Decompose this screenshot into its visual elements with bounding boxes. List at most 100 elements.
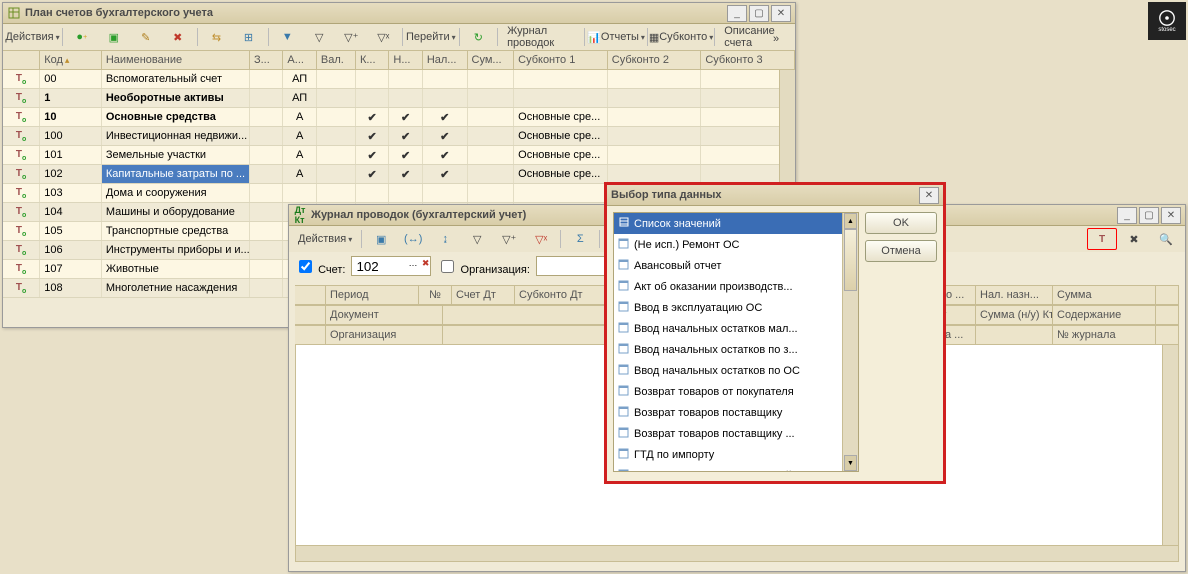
- list-item[interactable]: Акт об оказании производств...: [614, 276, 858, 297]
- list-item[interactable]: Возврат товаров поставщику: [614, 402, 858, 423]
- list-item[interactable]: Возврат товаров от покупателя: [614, 381, 858, 402]
- x-icon[interactable]: ✖: [1119, 228, 1149, 250]
- filter1-icon[interactable]: ▼: [272, 26, 302, 48]
- account-lookup-icon[interactable]: …: [408, 258, 417, 268]
- cell-nal: [423, 70, 468, 88]
- list-item[interactable]: Ввод начальных остатков по ОС: [614, 360, 858, 381]
- list-item[interactable]: Авансовый отчет: [614, 255, 858, 276]
- account-checkbox[interactable]: Счет:: [295, 257, 345, 276]
- table-row[interactable]: To101Земельные участкиА✔✔✔Основные сре..…: [3, 146, 795, 165]
- col-org[interactable]: Организация: [326, 326, 443, 344]
- col-document[interactable]: Документ: [326, 306, 443, 324]
- col-n[interactable]: Н...: [389, 51, 422, 69]
- list-item[interactable]: Список значений: [614, 213, 858, 234]
- cell-sub1: [514, 70, 608, 88]
- edit-icon[interactable]: ✎: [131, 26, 161, 48]
- cancel-button[interactable]: Отмена: [865, 240, 937, 262]
- vertical-scrollbar[interactable]: [1162, 345, 1178, 545]
- overflow-icon[interactable]: »: [761, 28, 791, 50]
- journal-button[interactable]: Журнал проводок: [502, 26, 580, 48]
- cell-nal: ✔: [423, 127, 468, 145]
- table-row[interactable]: To100Инвестиционная недвижи...А✔✔✔Основн…: [3, 127, 795, 146]
- col-sum[interactable]: Сум...: [468, 51, 515, 69]
- col-k[interactable]: К...: [356, 51, 389, 69]
- account-input[interactable]: [351, 256, 431, 276]
- filter-off-icon[interactable]: ▽ˣ: [368, 26, 398, 48]
- goto-menu[interactable]: Перейти▾: [407, 26, 455, 48]
- col-val[interactable]: Вал.: [317, 51, 356, 69]
- actions-menu[interactable]: Действия▾: [7, 26, 58, 48]
- underscore-button[interactable]: _: [1117, 207, 1137, 224]
- arrows-icon[interactable]: (↔): [398, 228, 428, 250]
- col-no[interactable]: №: [419, 286, 452, 304]
- col-sum-nu[interactable]: Сумма (н/у) Кт: [976, 306, 1053, 324]
- col-sub3[interactable]: Субконто 3: [701, 51, 795, 69]
- scroll-thumb[interactable]: [844, 229, 857, 291]
- list-item[interactable]: ГТД по импорту: [614, 444, 858, 465]
- reports-menu[interactable]: 📊 Отчеты▾: [589, 26, 643, 48]
- col-sub1[interactable]: Субконто 1: [514, 51, 608, 69]
- delete-icon[interactable]: ✖: [163, 26, 193, 48]
- col-a[interactable]: А...: [283, 51, 316, 69]
- cell-n: ✔: [389, 146, 422, 164]
- close-button[interactable]: ✕: [1161, 207, 1181, 224]
- col-nal[interactable]: Нал...: [423, 51, 468, 69]
- col-code[interactable]: Код: [44, 54, 63, 66]
- list-item[interactable]: Ввод в эксплуатацию ОС: [614, 297, 858, 318]
- horizontal-scrollbar[interactable]: [295, 546, 1179, 562]
- type-list[interactable]: Список значений(Не исп.) Ремонт ОСАвансо…: [613, 212, 859, 472]
- cell-n: ✔: [389, 165, 422, 183]
- list-item[interactable]: Ввод начальных остатков мал...: [614, 318, 858, 339]
- close-button[interactable]: ✕: [771, 5, 791, 22]
- table-row[interactable]: To10Основные средстваА✔✔✔Основные сре...: [3, 108, 795, 127]
- table-row[interactable]: To1Необоротные активыАП: [3, 89, 795, 108]
- col-acc-dt[interactable]: Счет Дт: [452, 286, 515, 304]
- tree-icon[interactable]: ⊞: [234, 26, 264, 48]
- hierarchy-icon[interactable]: ⇆: [202, 26, 232, 48]
- f1-icon[interactable]: ▽: [462, 228, 492, 250]
- maximize-button[interactable]: ▢: [749, 5, 769, 22]
- sigma-icon[interactable]: Σ: [565, 228, 595, 250]
- col-period[interactable]: Период: [326, 286, 419, 304]
- account-clear-icon[interactable]: ✖: [422, 258, 430, 269]
- subconto-menu[interactable]: ▦ Субконто▾: [652, 26, 711, 48]
- doc-icon: [618, 447, 630, 462]
- accounts-titlebar[interactable]: План счетов бухгалтерского учета _ ▢ ✕: [3, 3, 795, 24]
- load-icon[interactable]: ▣: [366, 228, 396, 250]
- vertical-scrollbar[interactable]: ▲ ▼: [842, 213, 858, 471]
- col-contents[interactable]: Содержание: [1053, 306, 1156, 324]
- t-row-icon: To: [16, 282, 26, 295]
- list-item[interactable]: (Не исп.) Ремонт ОС: [614, 234, 858, 255]
- filter2-icon[interactable]: ▽: [304, 26, 334, 48]
- dialog-titlebar[interactable]: Выбор типа данных ✕: [607, 185, 943, 206]
- col-sum[interactable]: Сумма: [1053, 286, 1156, 304]
- cell-code: 1: [40, 89, 102, 107]
- close-button[interactable]: ✕: [919, 187, 939, 204]
- scroll-down-icon[interactable]: ▼: [844, 455, 857, 471]
- col-journal-no[interactable]: № журнала: [1053, 326, 1156, 344]
- org-checkbox[interactable]: Организация:: [437, 257, 529, 276]
- list-item[interactable]: Возврат товаров поставщику ...: [614, 423, 858, 444]
- t-row-icon: To: [16, 187, 26, 200]
- ok-button[interactable]: OK: [865, 212, 937, 234]
- t-type-icon[interactable]: T: [1087, 228, 1117, 250]
- col-name[interactable]: Наименование: [102, 51, 250, 69]
- underscore-button[interactable]: _: [727, 5, 747, 22]
- sort-icon[interactable]: ↨: [430, 228, 460, 250]
- actions-menu[interactable]: Действия▾: [293, 228, 357, 250]
- list-item[interactable]: Закрытие заказов покупателей: [614, 465, 858, 472]
- table-row[interactable]: To00Вспомогательный счетАП: [3, 70, 795, 89]
- col-z[interactable]: З...: [250, 51, 283, 69]
- list-item[interactable]: Ввод начальных остатков по з...: [614, 339, 858, 360]
- search-icon[interactable]: 🔍: [1151, 228, 1181, 250]
- f2-icon[interactable]: ▽⁺: [494, 228, 524, 250]
- add-icon[interactable]: ●+: [67, 26, 97, 48]
- f3-icon[interactable]: ▽ˣ: [526, 228, 556, 250]
- filter3-icon[interactable]: ▽⁺: [336, 26, 366, 48]
- col-sub2[interactable]: Субконто 2: [608, 51, 702, 69]
- maximize-button[interactable]: ▢: [1139, 207, 1159, 224]
- col-nal-nazn[interactable]: Нал. назн...: [976, 286, 1053, 304]
- scroll-up-icon[interactable]: ▲: [844, 213, 857, 229]
- refresh-icon[interactable]: ↻: [463, 26, 493, 48]
- add-copy-icon[interactable]: ▣: [99, 26, 129, 48]
